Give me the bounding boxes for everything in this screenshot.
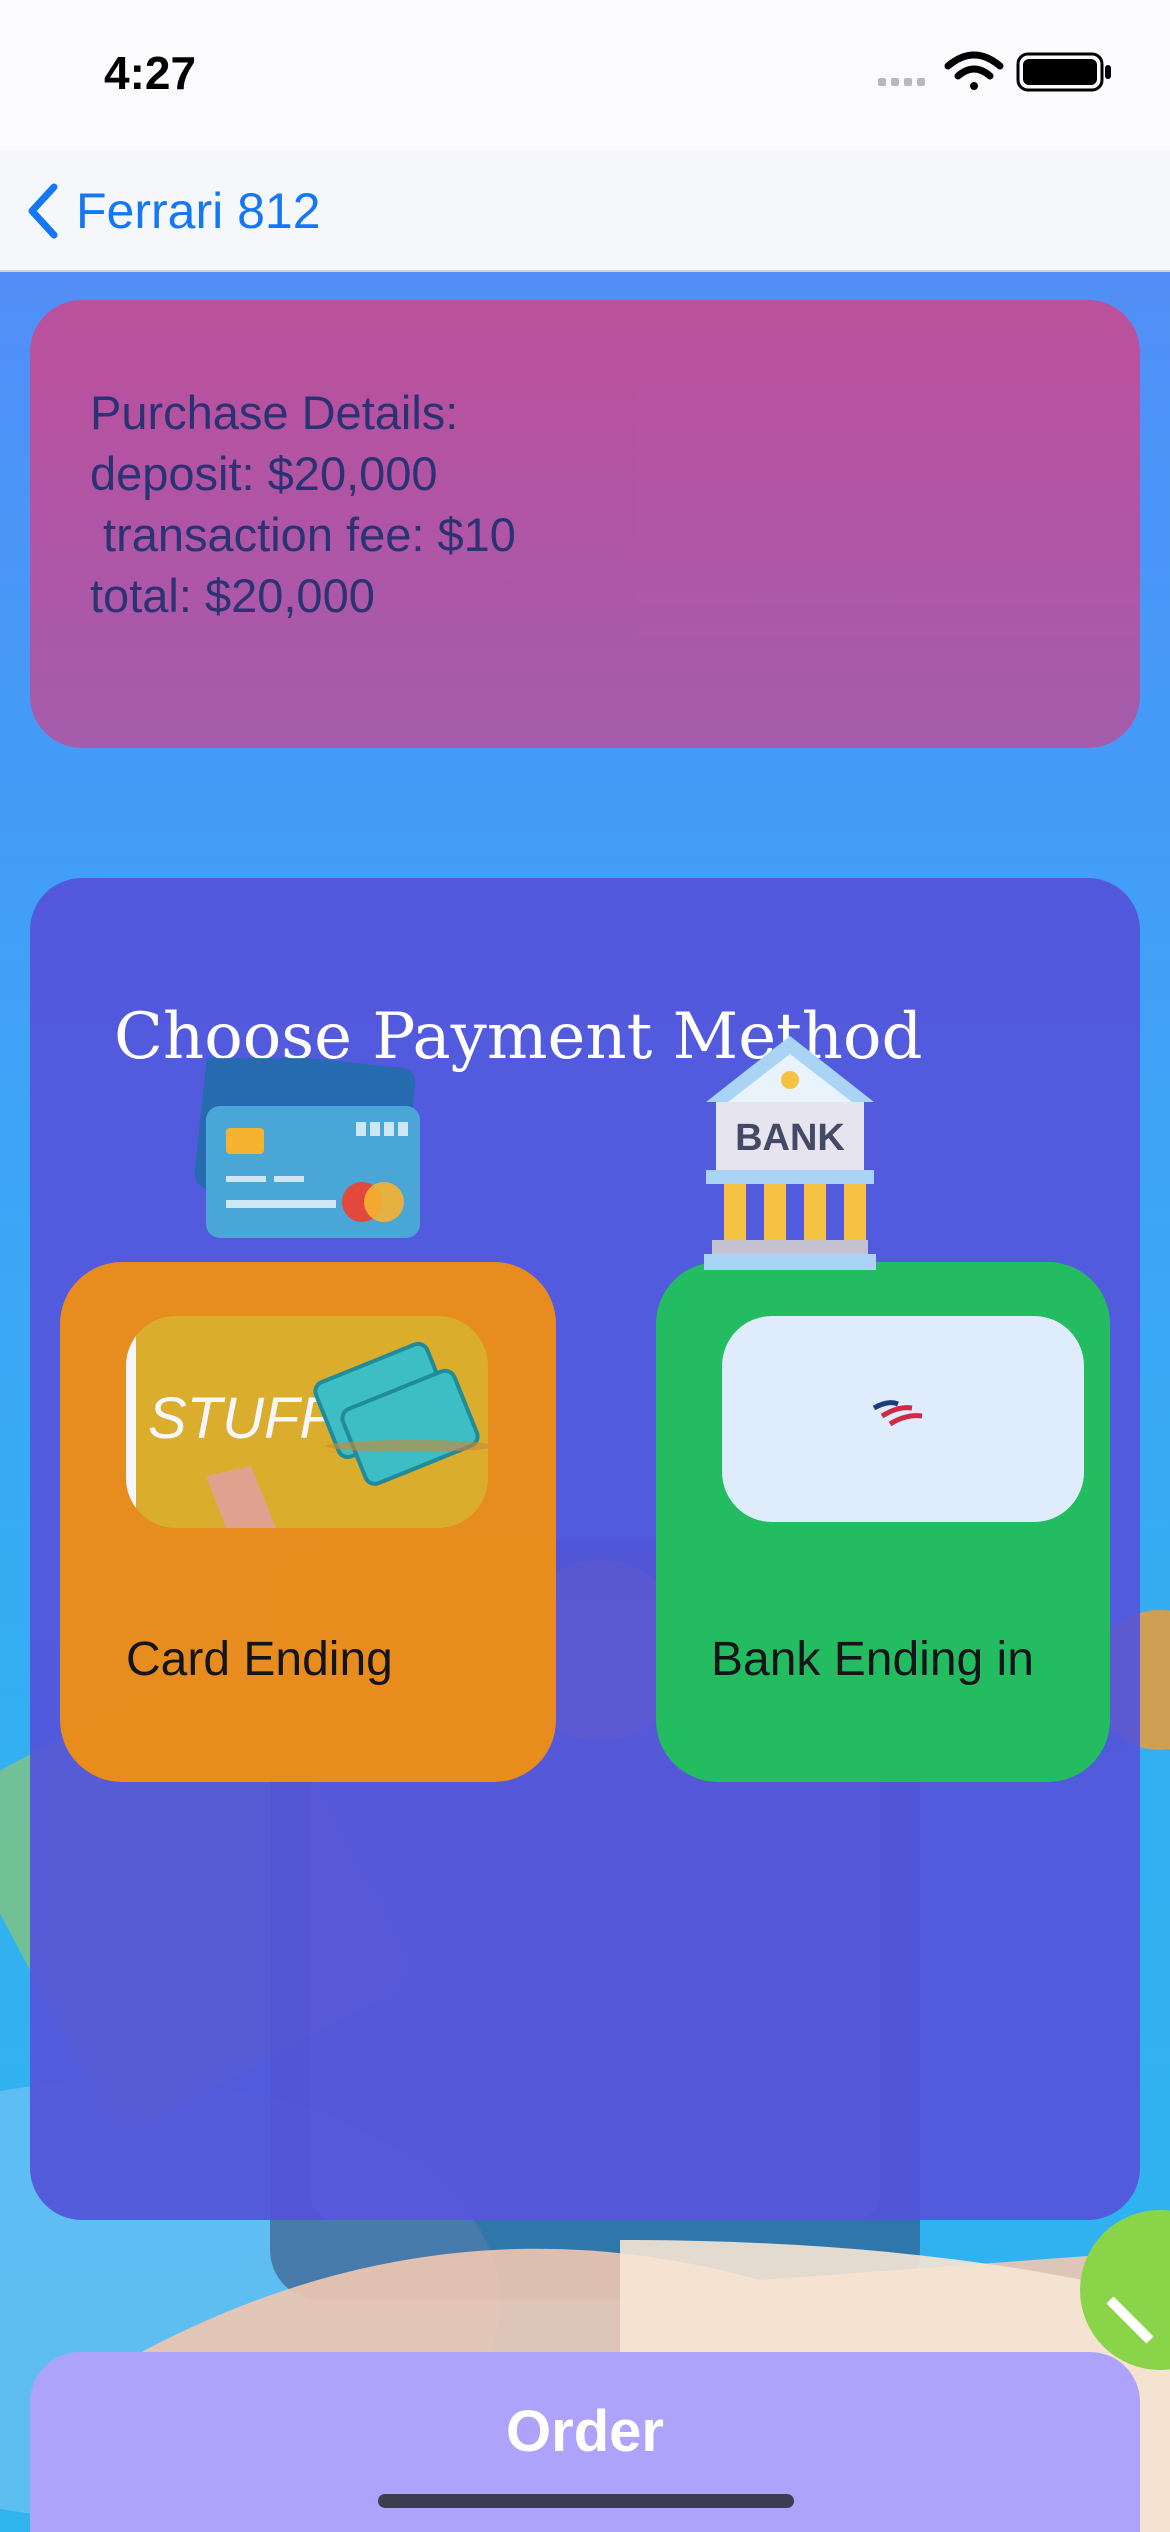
- chevron-left-icon: [28, 183, 58, 239]
- tickets-icon: STUFF: [126, 1316, 488, 1528]
- home-indicator: [378, 2494, 794, 2508]
- purchase-details-text: Purchase Details: deposit: $20,000 trans…: [90, 386, 516, 622]
- status-time: 4:27: [104, 47, 197, 99]
- battery-icon: [1016, 52, 1111, 92]
- back-button-label: Ferrari 812: [76, 183, 321, 239]
- bank-building-icon: BANK: [704, 1036, 876, 1270]
- back-button[interactable]: Ferrari 812: [24, 176, 321, 246]
- bank-logo-icon: [872, 1400, 923, 1427]
- order-button-label: Order: [506, 2399, 664, 2464]
- purchase-details-card: Purchase Details: deposit: $20,000 trans…: [30, 300, 1140, 748]
- bank-payment-option[interactable]: Bank Ending in: [656, 1262, 1110, 1782]
- card-option-label: Card Ending: [126, 1633, 393, 1686]
- bank-option-image: [722, 1316, 1084, 1522]
- card-image-text: STUFF: [148, 1386, 338, 1451]
- bank-option-label: Bank Ending in: [711, 1633, 1034, 1686]
- card-payment-option[interactable]: STUFF Card Ending: [60, 1262, 556, 1782]
- navigation-bar: Ferrari 812: [0, 150, 1170, 272]
- status-bar: 4:27: [0, 0, 1170, 150]
- signal-icon: [878, 78, 925, 86]
- bank-sign-text: BANK: [735, 1117, 845, 1159]
- card-option-image: STUFF: [126, 1316, 488, 1528]
- credit-card-icon: [194, 1058, 420, 1238]
- status-icons: [878, 51, 1111, 92]
- wifi-icon: [944, 51, 1004, 90]
